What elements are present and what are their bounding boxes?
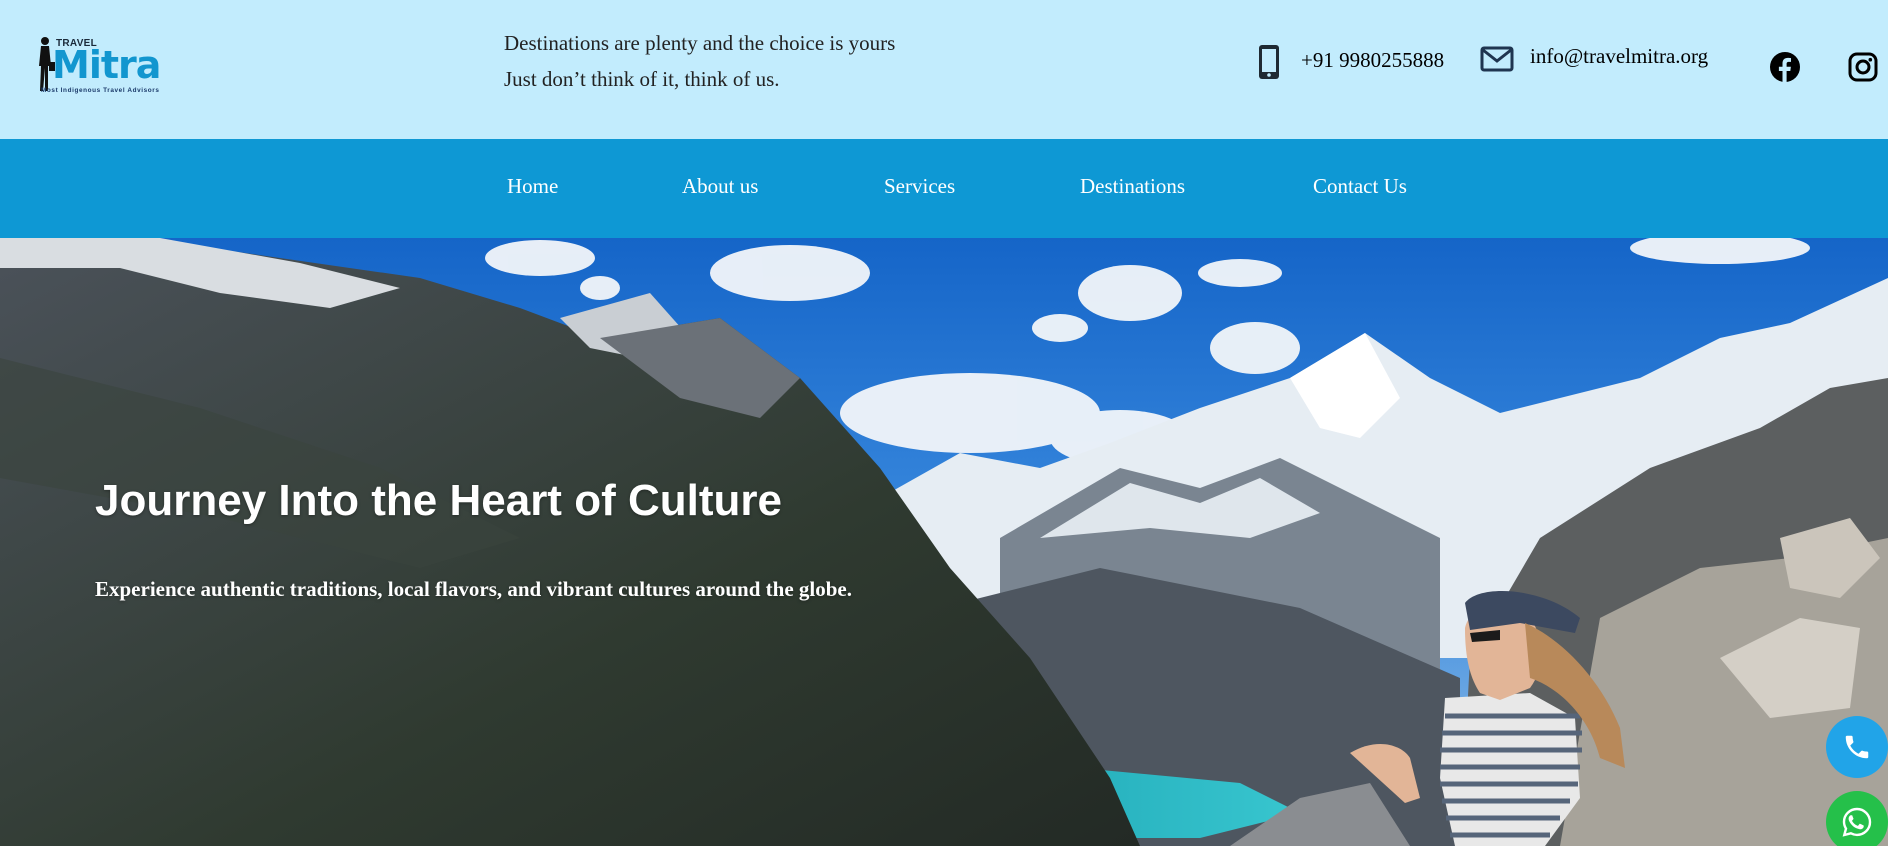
main-navigation: Home About us Services Destinations Cont… [0, 139, 1888, 238]
tagline-line-2: Just don’t think of it, think of us. [504, 67, 780, 91]
hero-title: Journey Into the Heart of Culture [95, 476, 782, 525]
instagram-icon[interactable] [1848, 52, 1878, 82]
nav-home[interactable]: Home [507, 173, 558, 199]
hero-subtitle: Experience authentic traditions, local f… [95, 577, 852, 601]
logo-tagline: Most Indigenous Travel Advisors [41, 87, 160, 94]
facebook-icon[interactable] [1770, 52, 1800, 82]
logo-mitra-text: Mitra [52, 43, 161, 87]
nav-destinations[interactable]: Destinations [1080, 173, 1185, 199]
phone-number[interactable]: +91 9980255888 [1301, 48, 1444, 73]
top-header: TRAVEL Mitra Most Indigenous Travel Advi… [0, 0, 1888, 139]
mail-icon [1480, 40, 1530, 72]
tagline-line-1: Destinations are plenty and the choice i… [504, 31, 896, 55]
hero-banner: Journey Into the Heart of Culture Experi… [0, 238, 1888, 846]
nav-services[interactable]: Services [884, 173, 955, 199]
floating-call-button[interactable] [1826, 716, 1888, 778]
phone-contact[interactable]: +91 9980255888 [1257, 40, 1444, 80]
email-address[interactable]: info@travelmitra.org [1530, 44, 1708, 69]
email-contact[interactable]: info@travelmitra.org [1480, 40, 1708, 72]
header-tagline: Destinations are plenty and the choice i… [504, 25, 895, 97]
nav-contact-us[interactable]: Contact Us [1313, 173, 1407, 199]
phone-call-icon [1845, 735, 1869, 759]
travel-mitra-logo[interactable]: TRAVEL Mitra Most Indigenous Travel Advi… [36, 36, 196, 98]
floating-whatsapp-button[interactable] [1826, 791, 1888, 846]
whatsapp-icon [1842, 807, 1872, 837]
phone-icon [1257, 40, 1301, 80]
mountain-landscape-image [0, 238, 1888, 846]
nav-about-us[interactable]: About us [682, 173, 758, 199]
